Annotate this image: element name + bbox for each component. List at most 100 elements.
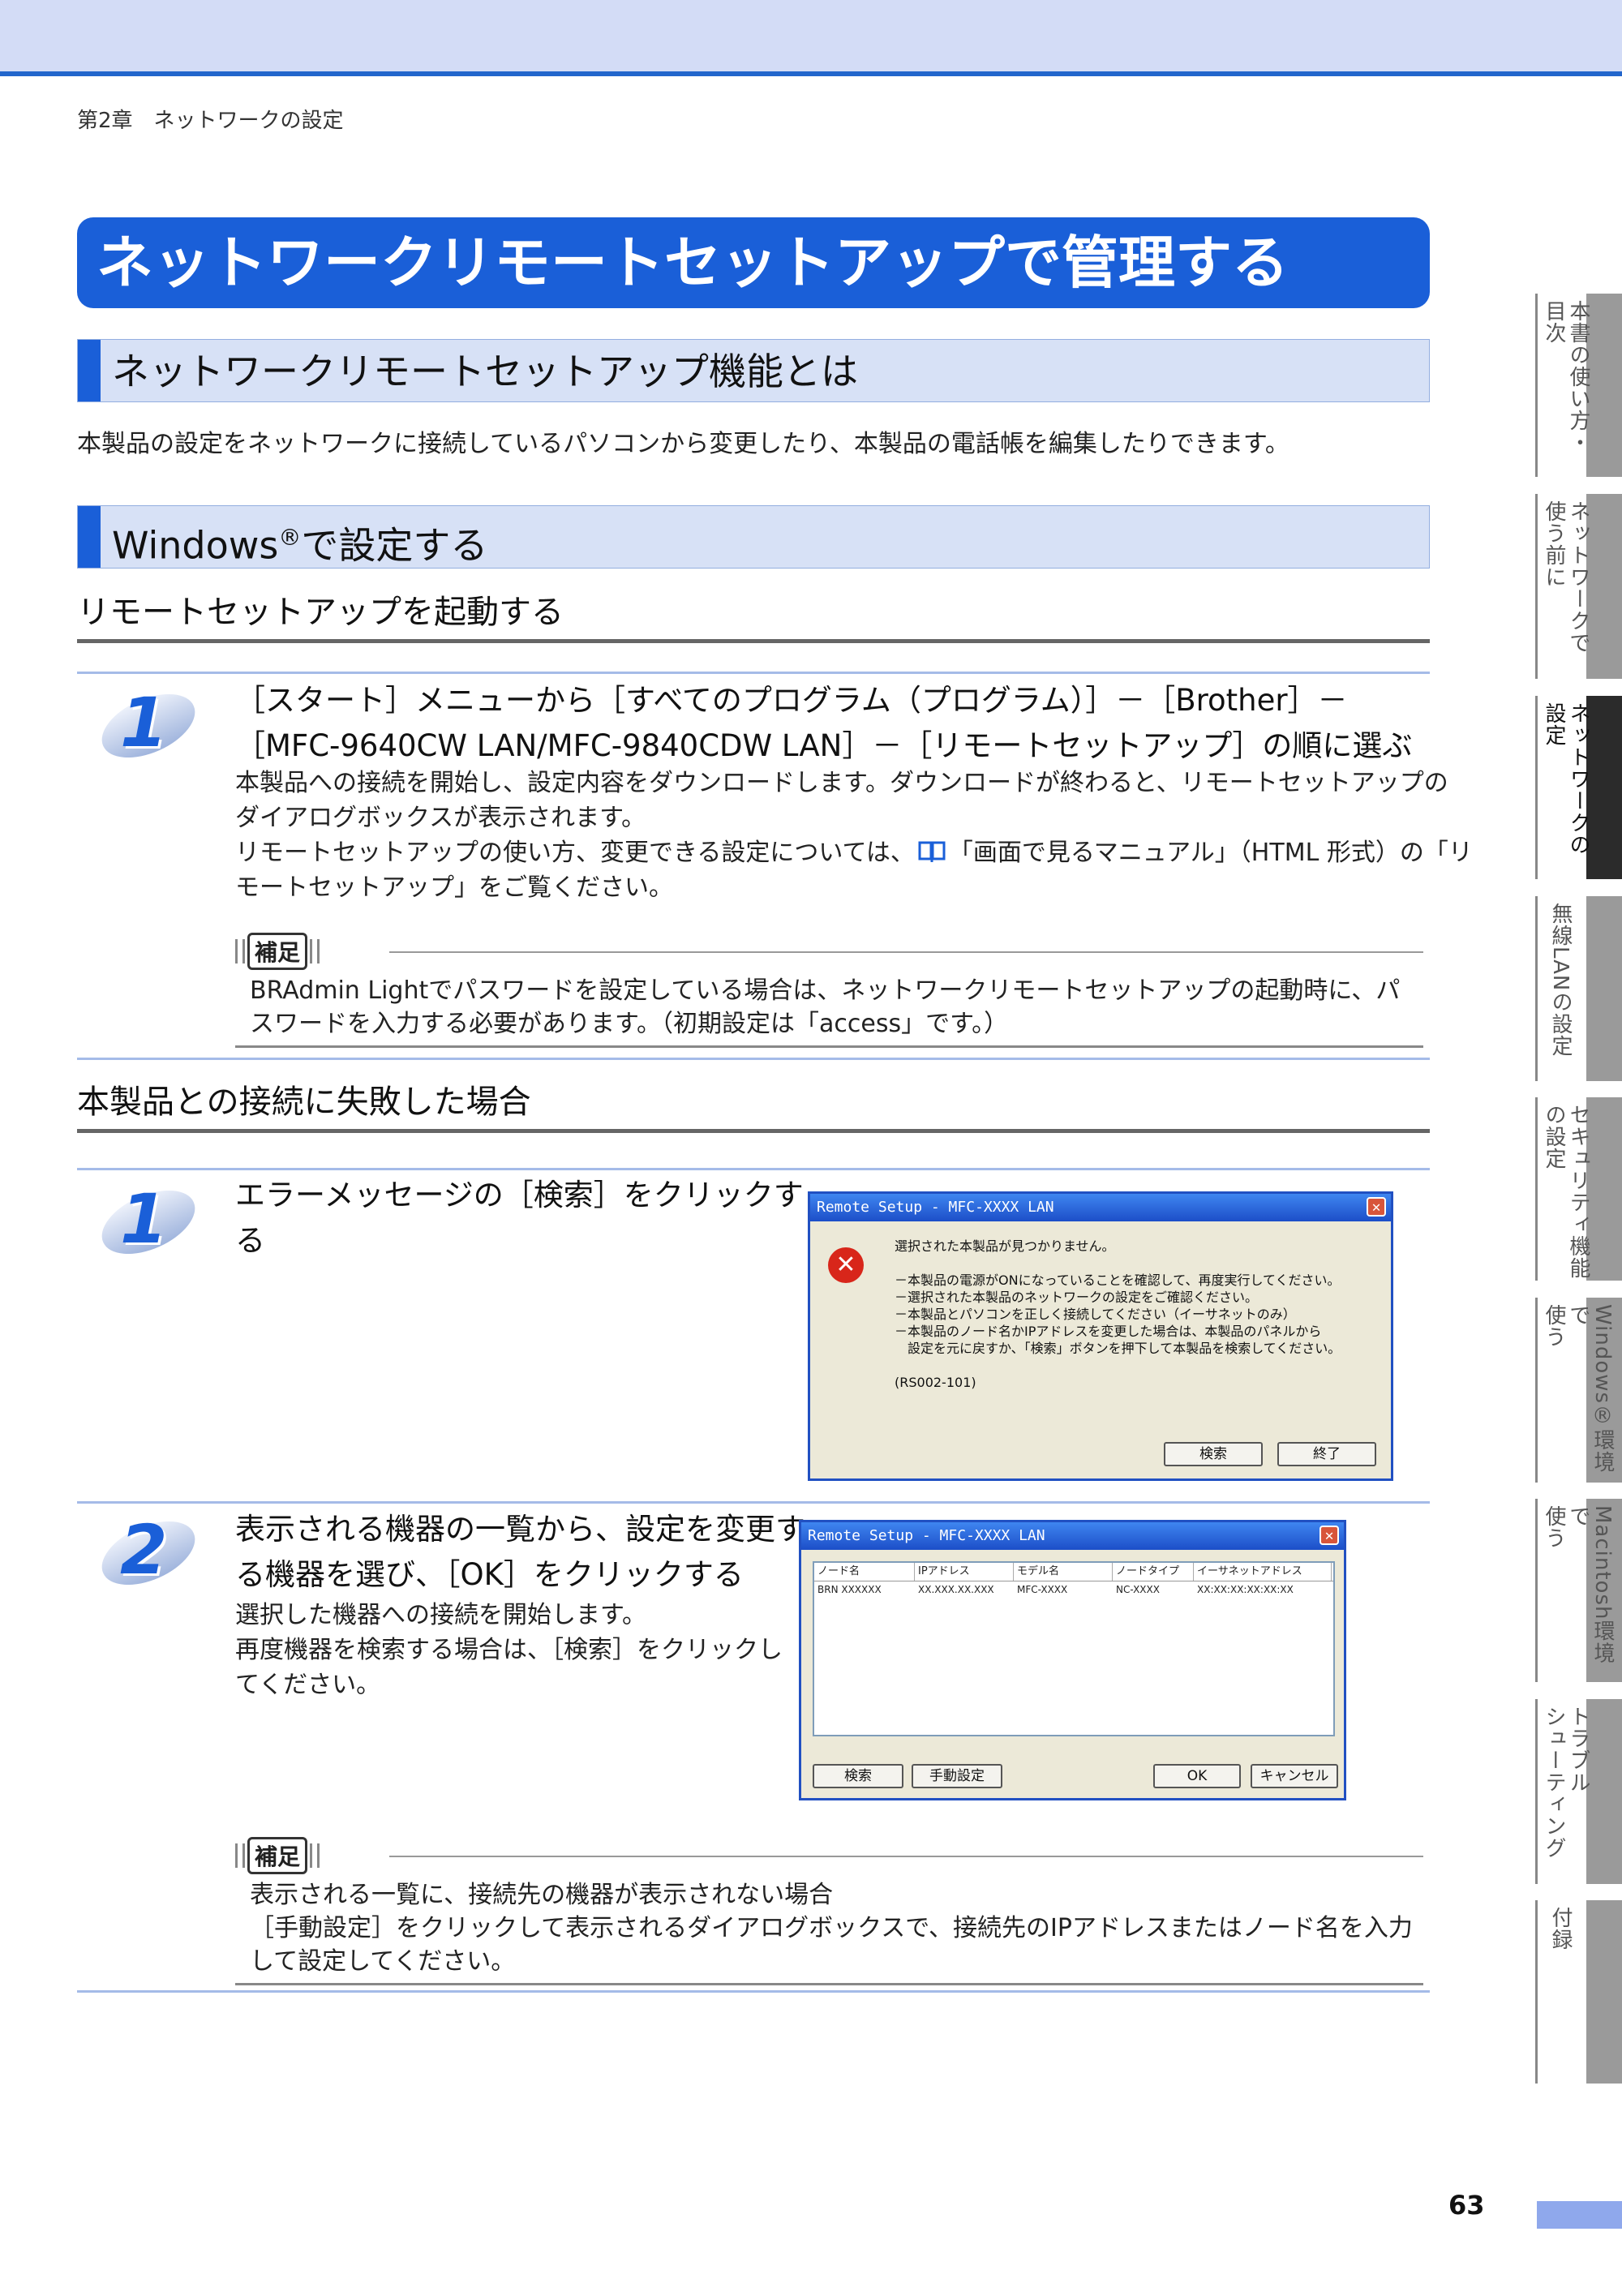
tab-border bbox=[1535, 294, 1538, 477]
tab-line-1: Windows®環境で bbox=[1566, 1304, 1615, 1474]
close-icon[interactable]: ✕ bbox=[1319, 1526, 1339, 1545]
page-number: 63 bbox=[1448, 2190, 1485, 2221]
search-button[interactable]: 検索 bbox=[1164, 1442, 1263, 1466]
error-message: 選択された本製品が見つかりません。 －本製品の電源がONになっていることを確認し… bbox=[895, 1238, 1341, 1390]
tab-line-1: Macintosh環境で bbox=[1566, 1505, 1615, 1664]
tab-label: 付録 bbox=[1548, 1907, 1573, 1951]
note-box: 補足 BRAdmin Lightでパスワードを設定している場合は、ネットワークリ… bbox=[235, 933, 1423, 1048]
cancel-button[interactable]: キャンセル bbox=[1251, 1764, 1338, 1788]
section-heading-windows: Windows®で設定する bbox=[77, 505, 1430, 569]
step-badge: 1 bbox=[92, 1178, 205, 1267]
note-line: して設定してください。 bbox=[250, 1947, 516, 1976]
tab-label: ネットワークの 設定 bbox=[1542, 702, 1590, 856]
subheading-start-remote: リモートセットアップを起動する bbox=[77, 586, 1430, 643]
note-deco bbox=[310, 939, 320, 963]
tab-before-network[interactable]: ネットワークで 使う前に bbox=[1535, 494, 1622, 679]
note-line: ［手動設定］をクリックして表示されるダイアログボックスで、接続先のIPアドレスま… bbox=[250, 1914, 1413, 1942]
manual-book-icon bbox=[918, 841, 946, 862]
step-body: 選択した機器への接続を開始します。 再度機器を検索する場合は、［検索］をクリック… bbox=[235, 1598, 783, 1702]
dialog-titlebar: Remote Setup - MFC-XXXX LAN ✕ bbox=[801, 1522, 1344, 1550]
tab-label: 無線LANの設定 bbox=[1548, 903, 1573, 1057]
device-list-dialog: Remote Setup - MFC-XXXX LAN ✕ ノード名 IPアドレス… bbox=[799, 1520, 1346, 1800]
note-deco bbox=[310, 1843, 320, 1868]
step-title: エラーメッセージの［検索］をクリックす る bbox=[235, 1173, 804, 1264]
note-line: スワードを入力する必要があります。（初期設定は「access」です。） bbox=[250, 1010, 1009, 1038]
tab-border bbox=[1535, 696, 1538, 879]
tab-appendix[interactable]: 付録 bbox=[1535, 1900, 1622, 2084]
error-icon: ✕ bbox=[828, 1247, 864, 1283]
column-header[interactable]: イーサネットアドレス bbox=[1194, 1563, 1332, 1581]
list-item[interactable]: BRN XXXXXX XX.XXX.XX.XXX MFC-XXXX NC-XXX… bbox=[814, 1581, 1333, 1598]
section-bar bbox=[78, 506, 101, 568]
tab-contents[interactable]: 本書の使い方・ 目次 bbox=[1535, 294, 1622, 477]
tab-marker bbox=[1586, 696, 1622, 879]
ok-button[interactable]: OK bbox=[1153, 1764, 1241, 1788]
step-title-line: ［スタート］メニューから［すべてのプログラム（プログラム）］－［Brother］… bbox=[235, 683, 1348, 718]
tab-marker bbox=[1586, 1097, 1622, 1281]
note-rule bbox=[389, 1856, 1423, 1857]
tab-macintosh[interactable]: Macintosh環境で 使う bbox=[1535, 1499, 1622, 1682]
heading-rest: で設定する bbox=[301, 523, 488, 568]
column-header[interactable]: モデル名 bbox=[1014, 1563, 1113, 1581]
step-divider bbox=[77, 1990, 1430, 1993]
step-divider bbox=[77, 1058, 1430, 1060]
tab-marker bbox=[1586, 1900, 1622, 2084]
step-title-line: る機器を選び、［OK］をクリックする bbox=[235, 1557, 744, 1592]
manual-setting-button[interactable]: 手動設定 bbox=[912, 1764, 1002, 1788]
tab-wireless-lan[interactable]: 無線LANの設定 bbox=[1535, 896, 1622, 1081]
step-body-line: モートセットアップ」をご覧ください。 bbox=[235, 873, 673, 902]
chapter-label: 第2章 ネットワークの設定 bbox=[77, 109, 344, 133]
tab-line-2: 目次 bbox=[1542, 300, 1566, 344]
body-text: リモートセットアップの使い方、変更できる設定については、 bbox=[235, 839, 915, 867]
cell: XX:XX:XX:XX:XX:XX bbox=[1197, 1584, 1294, 1595]
tab-label: ネットワークで 使う前に bbox=[1542, 500, 1590, 654]
note-header: 補足 bbox=[235, 1837, 1423, 1874]
exit-button[interactable]: 終了 bbox=[1277, 1442, 1376, 1466]
tab-border bbox=[1535, 896, 1538, 1081]
tab-border bbox=[1535, 1699, 1538, 1884]
search-button[interactable]: 検索 bbox=[813, 1764, 903, 1788]
tab-line-2: 使う前に bbox=[1542, 500, 1566, 588]
tab-line-2: 使う bbox=[1542, 1304, 1566, 1348]
cell: XX.XXX.XX.XXX bbox=[918, 1584, 994, 1595]
column-header[interactable]: ノード名 bbox=[814, 1563, 915, 1581]
section-heading-text: ネットワークリモートセットアップ機能とは bbox=[112, 350, 858, 393]
tab-border bbox=[1535, 1298, 1538, 1483]
step-title-line: 表示される機器の一覧から、設定を変更す bbox=[235, 1512, 805, 1547]
step-body-line: リモートセットアップの使い方、変更できる設定については、 「画面で見るマニュアル」… bbox=[235, 835, 1473, 870]
note-text: 表示される一覧に、接続先の機器が表示されない場合 ［手動設定］をクリックして表示… bbox=[235, 1873, 1423, 1983]
tab-marker bbox=[1586, 294, 1622, 477]
dialog-titlebar: Remote Setup - MFC-XXXX LAN ✕ bbox=[810, 1194, 1391, 1221]
tab-line-1: 無線LANの設定 bbox=[1548, 903, 1573, 1058]
tab-troubleshooting[interactable]: トラブル シューティング bbox=[1535, 1699, 1622, 1884]
step-divider bbox=[77, 1168, 1430, 1170]
step-title: 表示される機器の一覧から、設定を変更す る機器を選び、［OK］をクリックする bbox=[235, 1507, 805, 1598]
dialog-title: Remote Setup - MFC-XXXX LAN bbox=[817, 1199, 1054, 1216]
tab-marker bbox=[1586, 494, 1622, 679]
error-dialog: Remote Setup - MFC-XXXX LAN ✕ ✕ 選択された本製品が… bbox=[808, 1191, 1393, 1481]
note-line: BRAdmin Lightでパスワードを設定している場合は、ネットワークリモート… bbox=[250, 976, 1401, 1005]
note-deco bbox=[235, 939, 245, 963]
section-heading-feature: ネットワークリモートセットアップ機能とは bbox=[77, 339, 1430, 402]
tab-security[interactable]: セキュリティ機能 の設定 bbox=[1535, 1097, 1622, 1281]
tab-line-2: 使う bbox=[1542, 1505, 1566, 1549]
tab-windows[interactable]: Windows®環境で 使う bbox=[1535, 1298, 1622, 1483]
note-rule bbox=[389, 951, 1423, 953]
page-marker bbox=[1537, 2201, 1622, 2229]
column-header[interactable]: ノードタイプ bbox=[1113, 1563, 1194, 1581]
tab-border bbox=[1535, 494, 1538, 679]
tab-network-settings[interactable]: ネットワークの 設定 bbox=[1535, 696, 1622, 879]
subheading-connection-failed: 本製品との接続に失敗した場合 bbox=[77, 1075, 1430, 1133]
list-header: ノード名 IPアドレス モデル名 ノードタイプ イーサネットアドレス bbox=[814, 1563, 1333, 1581]
tab-label: 本書の使い方・ 目次 bbox=[1542, 300, 1590, 453]
tab-label: セキュリティ機能 の設定 bbox=[1542, 1104, 1590, 1279]
intro-text: 本製品の設定をネットワークに接続しているパソコンから変更したり、本製品の電話帳を… bbox=[77, 430, 1289, 458]
step-body-line: 再度機器を検索する場合は、［検索］をクリックし bbox=[235, 1636, 783, 1664]
step-badge: 2 bbox=[92, 1508, 205, 1598]
column-header[interactable]: IPアドレス bbox=[915, 1563, 1014, 1581]
note-box: 補足 表示される一覧に、接続先の機器が表示されない場合 ［手動設定］をクリックし… bbox=[235, 1837, 1423, 1985]
close-icon[interactable]: ✕ bbox=[1367, 1197, 1386, 1217]
step-title: ［スタート］メニューから［すべてのプログラム（プログラム）］－［Brother］… bbox=[235, 678, 1412, 769]
tab-border bbox=[1535, 1499, 1538, 1682]
device-list[interactable]: ノード名 IPアドレス モデル名 ノードタイプ イーサネットアドレス BRN X… bbox=[813, 1561, 1335, 1736]
